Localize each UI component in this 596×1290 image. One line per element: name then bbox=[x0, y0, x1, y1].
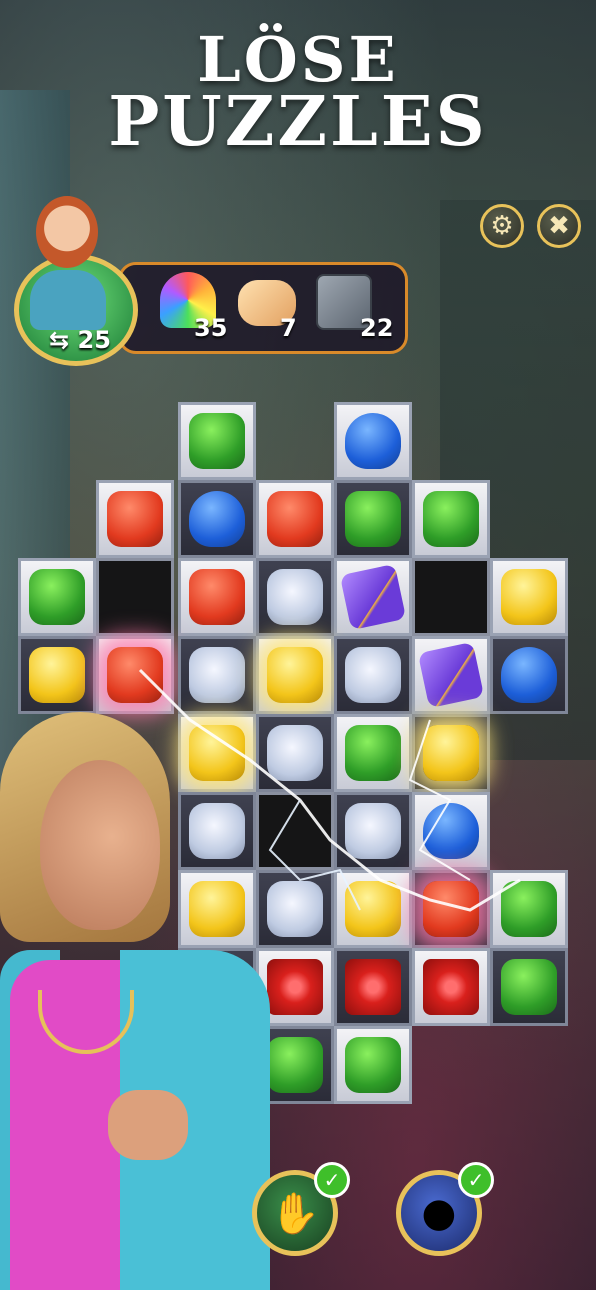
character-hands bbox=[108, 1090, 188, 1160]
hand-icon: ✋ bbox=[270, 1190, 320, 1237]
hand-booster-check-icon: ✓ bbox=[314, 1162, 350, 1198]
bomb-booster-check-icon: ✓ bbox=[458, 1162, 494, 1198]
bomb-icon: ● bbox=[421, 1190, 457, 1236]
character-face bbox=[40, 760, 160, 930]
